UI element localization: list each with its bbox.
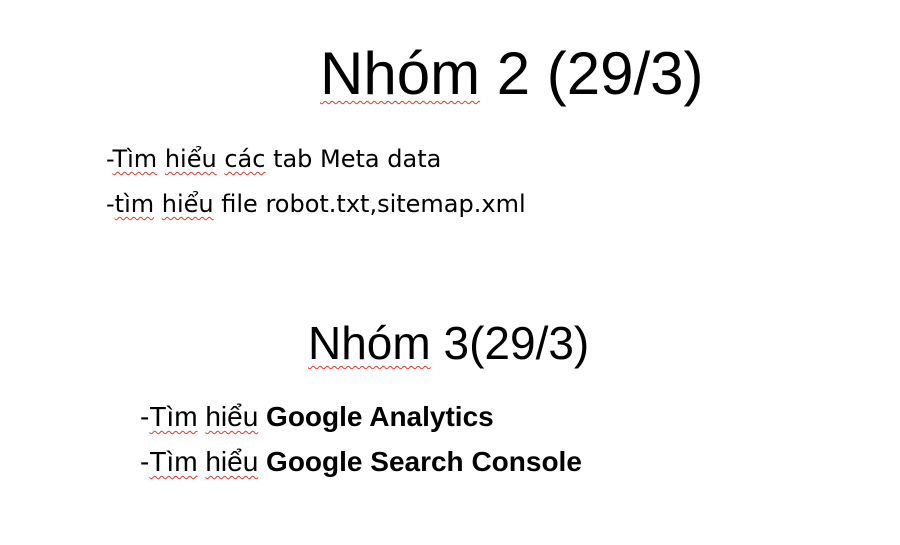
- item-text: tab Meta data: [265, 145, 442, 173]
- item-word: hiểu: [205, 401, 259, 432]
- group-3-item-1: -Tìm hiểu Google Analytics: [140, 403, 494, 431]
- item-dash: -: [140, 401, 150, 432]
- item-word: hiểu: [161, 190, 214, 218]
- item-text: file robot.txt,sitemap.xml: [213, 190, 526, 218]
- item-word: hiểu: [164, 145, 217, 173]
- group-3-title-word: Nhóm: [308, 317, 431, 369]
- group-2-title-rest: 2 (29/3): [480, 40, 704, 107]
- item-space: [157, 145, 165, 173]
- item-word: Tìm: [149, 446, 198, 477]
- item-space: [258, 446, 266, 477]
- item-dash: -: [140, 446, 150, 477]
- group-3-title: Nhóm 3(29/3): [308, 320, 589, 366]
- group-3-item-2: -Tìm hiểu Google Search Console: [140, 448, 582, 476]
- item-bold-text: Google Search Console: [266, 446, 582, 477]
- item-space: [258, 401, 266, 432]
- item-word: hiểu: [205, 446, 259, 477]
- group-2-item-2: -tìm hiểu file robot.txt,sitemap.xml: [106, 192, 526, 216]
- document-page: Nhóm 2 (29/3) -Tìm hiểu các tab Meta dat…: [0, 0, 900, 545]
- group-2-title: Nhóm 2 (29/3): [320, 44, 704, 104]
- item-word: các: [224, 145, 266, 173]
- item-word: tìm: [114, 190, 155, 218]
- group-2-item-1: -Tìm hiểu các tab Meta data: [106, 147, 441, 171]
- item-word: Tìm: [112, 145, 158, 173]
- item-space: [154, 190, 162, 218]
- group-3-title-rest: 3(29/3): [430, 317, 590, 369]
- group-2-title-word: Nhóm: [320, 40, 481, 107]
- item-dash: -: [106, 190, 115, 218]
- item-bold-text: Google Analytics: [266, 401, 494, 432]
- item-word: Tìm: [149, 401, 198, 432]
